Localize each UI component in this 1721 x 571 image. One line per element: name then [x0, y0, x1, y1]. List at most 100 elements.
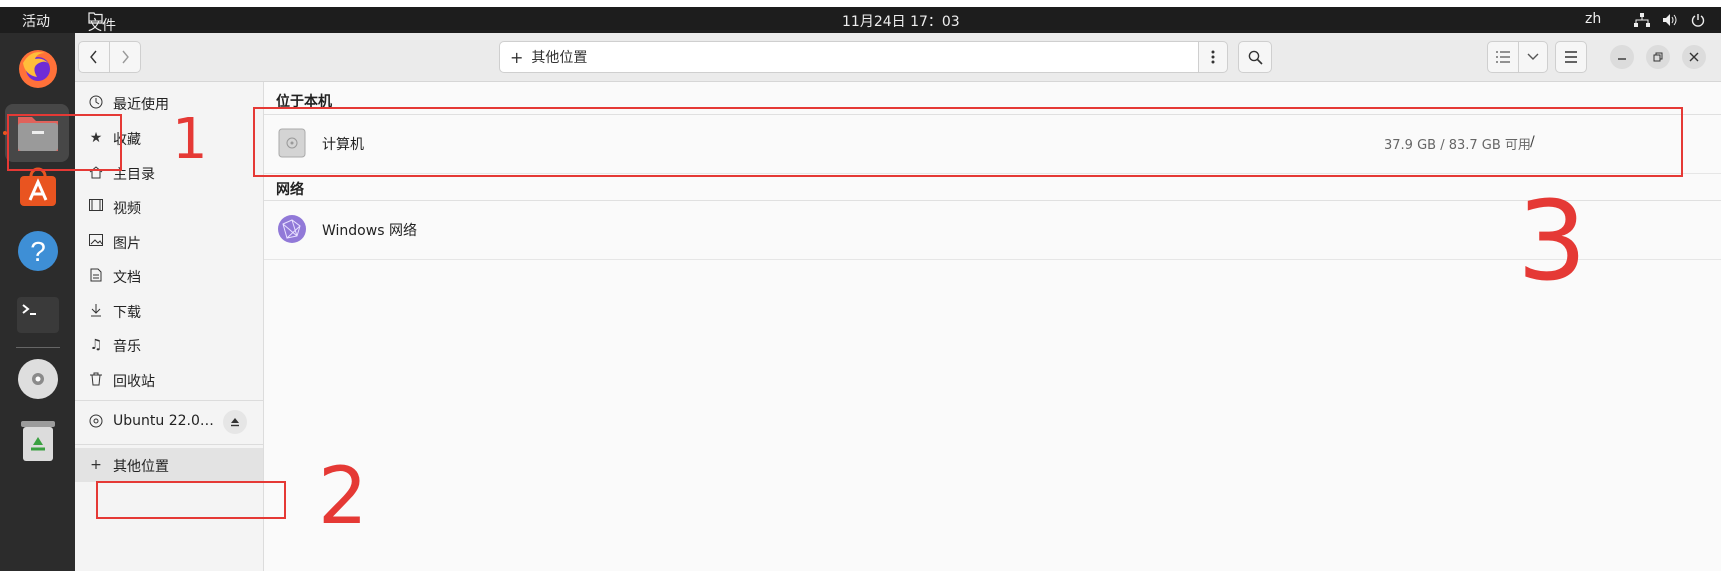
content-area: 位于本机 计算机 37.9 GB / 83.7 GB 可用 / 网络 Windo…: [264, 82, 1721, 571]
search-button[interactable]: [1238, 41, 1272, 73]
app-center-launcher[interactable]: [14, 164, 62, 212]
files-icon: [18, 117, 58, 151]
windows-network-name: Windows 网络: [322, 223, 417, 239]
sidebar-item-videos[interactable]: 视频: [75, 190, 263, 224]
header-bar: + 其他位置: [75, 33, 1721, 82]
power-icon: [1691, 14, 1705, 27]
system-menu[interactable]: [1634, 12, 1705, 28]
top-strip: [0, 0, 1721, 7]
activities-button[interactable]: 活动: [22, 11, 50, 31]
section-title-network: 网络: [276, 182, 304, 198]
sidebar-item-recent[interactable]: 最近使用: [75, 86, 263, 120]
clock[interactable]: 11月24日 17：03: [842, 11, 960, 31]
sidebar-item-label: 其他位置: [113, 459, 169, 475]
plus-icon: +: [90, 457, 102, 473]
terminal-icon: [17, 297, 59, 333]
files-launcher[interactable]: [14, 109, 62, 157]
maximize-button[interactable]: [1646, 45, 1670, 69]
close-icon: [1689, 52, 1699, 62]
eject-button[interactable]: [223, 410, 247, 434]
back-button[interactable]: [78, 41, 110, 73]
sidebar-item-label: 回收站: [113, 374, 155, 390]
restore-icon: [1653, 52, 1663, 62]
app-center-icon: [20, 167, 56, 206]
minimize-icon: [1618, 58, 1626, 60]
trash-launcher[interactable]: [14, 417, 62, 465]
location-label: 其他位置: [531, 50, 588, 66]
sidebar-item-ubuntu-volume[interactable]: Ubuntu 22.0…: [75, 405, 263, 439]
list-view-icon: [1496, 51, 1510, 63]
network-icon: [1634, 13, 1650, 27]
close-button[interactable]: [1682, 45, 1706, 69]
sidebar-item-trash[interactable]: 回收站: [75, 363, 263, 397]
annotation-marker-3: 3: [1517, 177, 1587, 305]
svg-text:?: ?: [30, 236, 46, 267]
sidebar-separator: [75, 400, 263, 401]
chevron-down-icon: [1527, 53, 1539, 60]
sidebar-item-label: Ubuntu 22.0…: [113, 413, 214, 429]
music-icon: ♫: [89, 337, 103, 353]
clock-icon: [88, 95, 104, 111]
computer-row[interactable]: 计算机 37.9 GB / 83.7 GB 可用 /: [264, 115, 1721, 174]
image-icon: [88, 234, 104, 250]
app-menu-label: 文件: [88, 18, 116, 34]
sidebar-item-other-locations[interactable]: + 其他位置: [75, 448, 263, 482]
sidebar-item-pictures[interactable]: 图片: [75, 225, 263, 259]
sidebar-item-home[interactable]: 主目录: [75, 156, 263, 190]
dvd-launcher[interactable]: [14, 355, 62, 403]
hamburger-menu-icon: [1565, 51, 1577, 63]
section-title-local: 位于本机: [276, 94, 332, 110]
computer-name: 计算机: [322, 137, 364, 153]
trash-icon: [21, 421, 55, 461]
running-indicator: [3, 131, 7, 135]
sidebar-item-starred[interactable]: ★ 收藏: [75, 121, 263, 155]
sidebar-item-documents[interactable]: 文档: [75, 259, 263, 293]
firefox-icon: [19, 50, 57, 88]
location-menu-button[interactable]: [1198, 41, 1228, 73]
disc-icon: [88, 414, 104, 430]
dock: ?: [0, 33, 75, 571]
plus-icon: +: [510, 47, 524, 67]
sidebar-item-downloads[interactable]: 下载: [75, 294, 263, 328]
trash-icon: [88, 372, 104, 388]
input-method-indicator[interactable]: zh: [1585, 11, 1601, 27]
search-icon: [1248, 50, 1263, 65]
dvd-icon: [18, 359, 58, 399]
app-menu[interactable]: 文件: [88, 11, 116, 34]
sidebar-item-label: 图片: [113, 236, 141, 252]
chevron-left-icon: [90, 50, 97, 64]
firefox-launcher[interactable]: [14, 44, 62, 92]
help-icon: ?: [18, 231, 58, 271]
star-icon: ★: [89, 130, 103, 146]
sidebar-item-label: 最近使用: [113, 97, 169, 113]
minimize-button[interactable]: [1610, 45, 1634, 69]
download-icon: [88, 303, 104, 319]
windows-network-row[interactable]: Windows 网络: [264, 201, 1721, 260]
terminal-launcher[interactable]: [14, 291, 62, 339]
computer-path: /: [1530, 134, 1535, 150]
sidebar-item-label: 音乐: [113, 339, 141, 355]
sidebar-item-label: 文档: [113, 270, 141, 286]
sidebar-item-music[interactable]: ♫ 音乐: [75, 328, 263, 362]
sidebar-item-label: 收藏: [113, 132, 141, 148]
annotation-marker-1: 1: [172, 107, 208, 172]
main-menu-button[interactable]: [1555, 41, 1587, 73]
home-icon: [88, 165, 104, 181]
annotation-marker-2: 2: [318, 452, 368, 542]
view-options-button[interactable]: [1518, 41, 1548, 73]
eject-icon: [231, 418, 239, 427]
view-list-button[interactable]: [1487, 41, 1519, 73]
sidebar-item-label: 视频: [113, 201, 141, 217]
help-launcher[interactable]: ?: [14, 227, 62, 275]
more-vertical-icon: [1211, 50, 1215, 64]
forward-button[interactable]: [109, 41, 141, 73]
sidebar-item-label: 主目录: [113, 167, 155, 183]
top-bar: 活动 文件 11月24日 17：03 zh: [0, 7, 1721, 34]
sidebar-separator: [75, 444, 263, 445]
video-icon: [88, 199, 104, 215]
volume-icon: [1663, 14, 1677, 26]
location-bar[interactable]: + 其他位置: [499, 41, 1199, 73]
dock-separator: [16, 347, 60, 348]
computer-usage: 37.9 GB / 83.7 GB 可用: [1384, 138, 1531, 153]
harddisk-icon: [278, 128, 306, 158]
